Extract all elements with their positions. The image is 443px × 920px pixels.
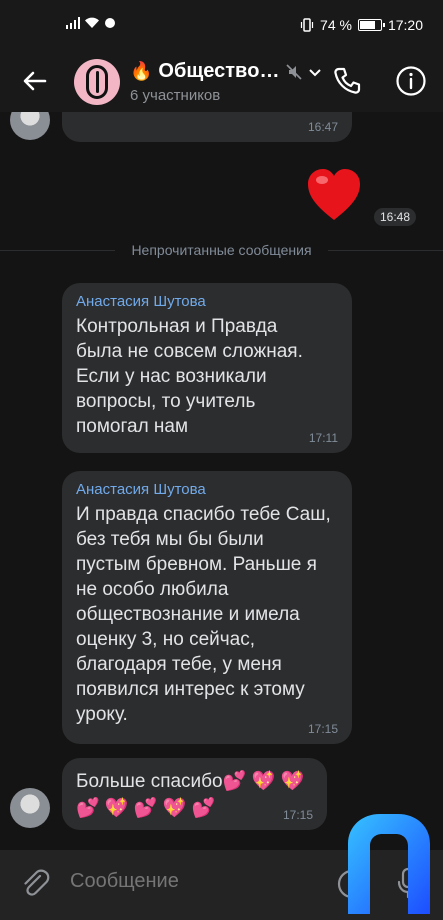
sender-avatar[interactable]: [10, 788, 50, 828]
unread-divider-label: Непрочитанные сообщения: [131, 242, 312, 258]
unread-divider: Непрочитанные сообщения: [0, 240, 443, 260]
status-left-icons: [66, 17, 116, 29]
back-arrow-icon[interactable]: [18, 64, 52, 98]
message-bubble[interactable]: Анастасия Шутова Контрольная и Правда бы…: [62, 283, 352, 453]
message-list[interactable]: 16:47 16:48 Непрочитанные сообщения Анас…: [0, 112, 443, 850]
message-time: 16:47: [307, 120, 338, 134]
vibrate-icon: [300, 18, 314, 32]
message-bubble[interactable]: Больше спасибо💕 💖 💖 💕 💖 💕 💖 💕 17:15: [62, 758, 327, 830]
message-time: 17:15: [307, 722, 338, 736]
phone-icon[interactable]: [330, 64, 364, 98]
chat-subtitle: 6 участников: [130, 87, 221, 104]
chat-title: Обществo…: [158, 60, 280, 82]
avatar-logo-icon: [86, 65, 108, 99]
chat-notification-icon: [105, 18, 115, 28]
message-bubble[interactable]: Анастасия Шутова И правда спасибо тебе С…: [62, 471, 352, 744]
fire-emoji: 🔥: [130, 61, 153, 81]
battery-percent: 74 %: [320, 17, 352, 33]
chevron-down-icon: [308, 68, 321, 76]
muted-icon: [285, 63, 302, 80]
info-icon[interactable]: [394, 64, 428, 98]
message-text: Контрольная и Правда была не совсем слож…: [76, 316, 303, 437]
status-right: 74 % 17:20: [300, 17, 423, 33]
message-input[interactable]: [70, 870, 320, 893]
battery-icon: [357, 19, 385, 31]
wifi-icon: [85, 17, 99, 28]
message-bubble[interactable]: 16:47: [62, 112, 352, 142]
clock: 17:20: [387, 17, 423, 33]
heart-emoji-message[interactable]: [306, 168, 362, 222]
signal-icon: [66, 17, 80, 29]
chat-header: 🔥 Обществo… 6 участников: [0, 50, 443, 112]
message-time: 16:48: [374, 208, 417, 226]
sender-name[interactable]: Анастасия Шутова: [76, 293, 338, 310]
message-text: Больше спасибо💕 💖 💖 💕 💖 💕 💖 💕: [76, 771, 305, 819]
watermark-logo: [348, 814, 430, 914]
sender-avatar[interactable]: [10, 112, 50, 140]
message-text: И правда спасибо тебе Саш, без тебя мы б…: [76, 504, 331, 725]
paperclip-icon[interactable]: [18, 866, 52, 900]
heart-icon: [308, 169, 360, 220]
message-time: 17:15: [282, 808, 313, 822]
sender-name[interactable]: Анастасия Шутова: [76, 481, 338, 498]
chat-title-row[interactable]: 🔥 Обществo…: [130, 60, 322, 83]
message-time: 17:11: [308, 431, 338, 445]
chat-avatar[interactable]: [74, 59, 120, 105]
status-bar: 74 % 17:20: [0, 0, 443, 50]
